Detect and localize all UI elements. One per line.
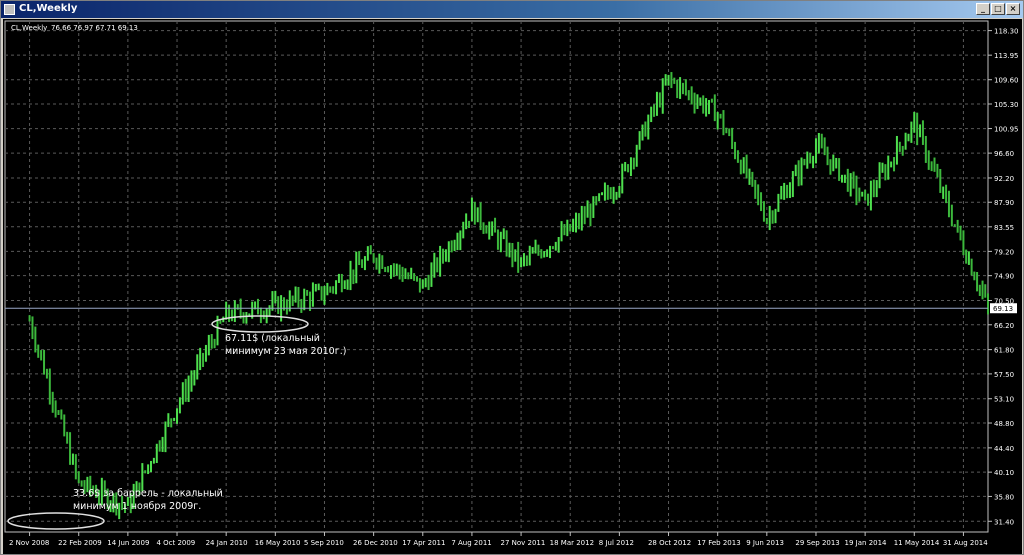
annotation-2010-line2: минимум 23 мая 2010г.) <box>225 346 346 357</box>
y-tick-label: 35.80 <box>994 493 1014 501</box>
x-tick-label: 29 Sep 2013 <box>795 539 839 547</box>
x-tick-label: 5 Sep 2010 <box>304 539 344 547</box>
annotation-2010-line1: 67.11$ (локальный <box>225 333 320 344</box>
y-tick-label: 44.40 <box>994 445 1014 453</box>
x-tick-label: 18 Mar 2012 <box>550 539 594 547</box>
x-tick-label: 31 Aug 2014 <box>943 539 988 547</box>
time-axis: 2 Nov 2008 22 Feb 2009 14 Jun 2009 4 Oct 20… <box>9 532 988 547</box>
maximize-icon[interactable]: □ <box>991 3 1005 15</box>
x-tick-label: 2 Nov 2008 <box>9 539 49 547</box>
y-tick-label: 96.60 <box>994 150 1014 158</box>
chart-area[interactable]: 118.30 113.95 109.60 105.30 100.95 96.60 92.20… <box>3 19 1022 554</box>
plot-frame <box>4 20 989 533</box>
y-tick-label: 109.60 <box>994 77 1019 85</box>
y-tick-label: 57.50 <box>994 371 1014 379</box>
annotation-2009-line1: 33.6$ за баррель - локальный <box>73 488 223 499</box>
y-tick-label: 92.20 <box>994 175 1014 183</box>
price-series <box>28 72 989 520</box>
y-tick-label: 105.30 <box>994 101 1019 109</box>
y-tick-label: 31.40 <box>994 518 1014 526</box>
y-tick-label: 61.80 <box>994 347 1014 355</box>
y-tick-label: 79.20 <box>994 248 1014 256</box>
x-tick-label: 4 Oct 2009 <box>156 539 195 547</box>
y-tick-label: 118.30 <box>994 28 1019 36</box>
minimize-icon[interactable]: _ <box>976 3 990 15</box>
price-chart[interactable]: 118.30 113.95 109.60 105.30 100.95 96.60 92.20… <box>3 19 1022 554</box>
chart-window-icon <box>4 4 15 15</box>
y-tick-label: 87.90 <box>994 199 1014 207</box>
y-tick-label: 48.80 <box>994 420 1014 428</box>
title-bar[interactable]: CL,Weekly _ □ × <box>1 1 1023 18</box>
y-tick-label: 66.20 <box>994 322 1014 330</box>
y-tick-label: 40.10 <box>994 469 1014 477</box>
x-tick-label: 24 Jan 2010 <box>206 539 248 547</box>
price-axis: 118.30 113.95 109.60 105.30 100.95 96.60 92.20… <box>988 28 1019 526</box>
x-tick-label: 26 Dec 2010 <box>353 539 398 547</box>
x-tick-label: 11 May 2014 <box>894 539 940 547</box>
current-price-label: 69.13 <box>993 305 1013 313</box>
y-tick-label: 113.95 <box>994 52 1019 60</box>
app-window: CL,Weekly _ □ × 118.30 113.95 109.60 105.30… <box>0 0 1024 555</box>
grid <box>4 20 989 533</box>
chart-info-ohlc: 76.66 76.97 67.71 69.13 <box>51 24 138 32</box>
y-tick-label: 53.10 <box>994 396 1014 404</box>
y-tick-label: 100.95 <box>994 126 1019 134</box>
chart-info-symbol: CL,Weekly <box>11 24 47 32</box>
x-tick-label: 14 Jun 2009 <box>107 539 149 547</box>
x-tick-label: 27 Nov 2011 <box>501 539 546 547</box>
x-tick-label: 8 Jul 2012 <box>599 539 634 547</box>
window-title: CL,Weekly <box>19 3 78 14</box>
x-tick-label: 19 Jan 2014 <box>845 539 888 547</box>
x-tick-label: 7 Aug 2011 <box>451 539 491 547</box>
annotation-2009-line2: минимум 1 ноября 2009г. <box>73 501 201 512</box>
x-tick-label: 17 Feb 2013 <box>697 539 741 547</box>
x-tick-label: 17 Apr 2011 <box>402 539 445 547</box>
y-tick-label: 74.90 <box>994 273 1014 281</box>
close-icon[interactable]: × <box>1006 3 1020 15</box>
x-tick-label: 16 May 2010 <box>255 539 301 547</box>
y-tick-label: 83.55 <box>994 224 1014 232</box>
x-tick-label: 28 Oct 2012 <box>648 539 691 547</box>
x-tick-label: 9 Jun 2013 <box>746 539 784 547</box>
x-tick-label: 22 Feb 2009 <box>58 539 102 547</box>
